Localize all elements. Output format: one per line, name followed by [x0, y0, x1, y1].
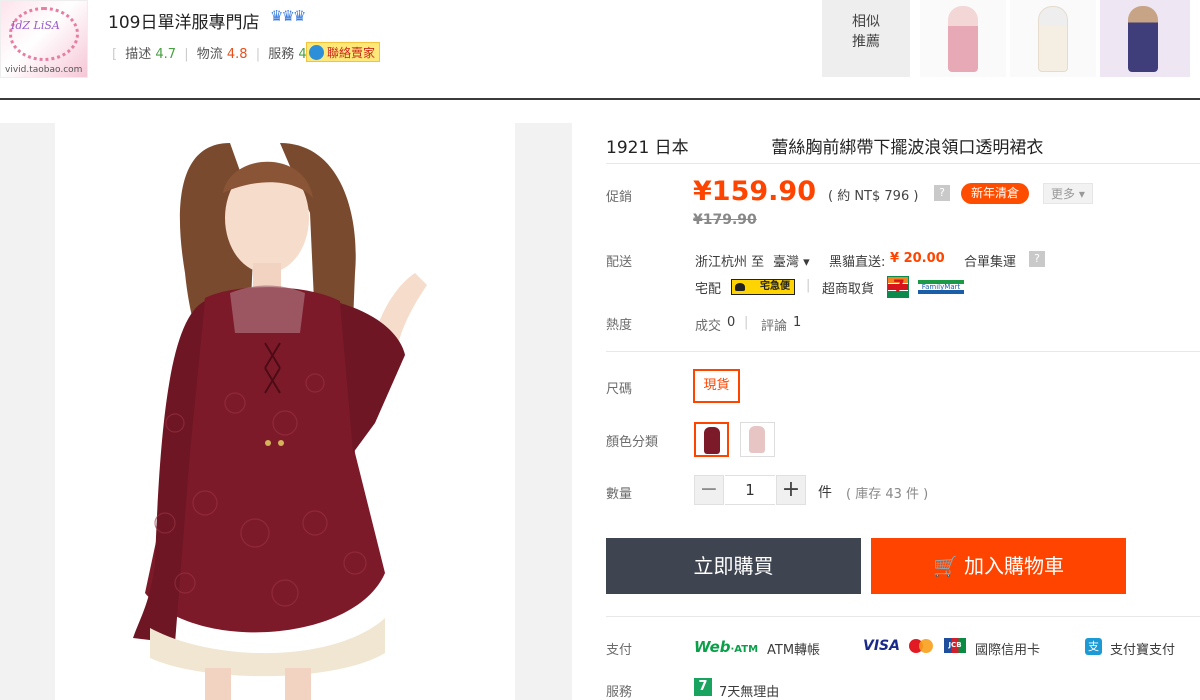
dress-image — [948, 6, 978, 72]
shop-ratings: [ 描述 4.7 | 物流 4.8 | 服務 4.7 — [108, 43, 319, 62]
current-price: ¥159.90 — [693, 176, 816, 207]
increase-button[interactable]: + — [776, 475, 806, 505]
wreath-decoration — [9, 7, 79, 61]
add-to-cart-label: 加入購物車 — [963, 554, 1064, 578]
rating-value-logistics: 4.8 — [226, 47, 248, 62]
original-price: ¥179.90 — [693, 212, 757, 228]
help-icon[interactable]: ? — [934, 185, 950, 201]
alipay-label: 支付寶支付 — [1110, 643, 1176, 658]
decrease-button[interactable]: − — [694, 475, 724, 505]
similar-thumbnail-3[interactable] — [1100, 0, 1190, 77]
title-divider — [606, 163, 1200, 164]
product-photo — [55, 123, 515, 700]
color-swatch — [749, 426, 765, 453]
contact-seller-button[interactable]: 聯絡賣家 — [306, 42, 381, 62]
webatm-logo: Web·ATM — [694, 638, 759, 656]
seven-eleven-logo: 7 — [887, 276, 909, 298]
size-option[interactable]: 現貨 — [693, 369, 740, 403]
approx-price: ( 約 NT$ 796 ) — [828, 189, 919, 204]
similar-thumbnail-1[interactable] — [920, 0, 1006, 77]
help-icon[interactable]: ? — [1029, 251, 1045, 267]
rating-label-logistics: 物流 — [196, 47, 223, 62]
alipay-icon: 支 — [1085, 638, 1102, 655]
reviews-label[interactable]: 評論 — [761, 315, 787, 334]
quantity-label: 數量 — [606, 487, 633, 502]
product-main-image[interactable] — [0, 123, 572, 700]
buy-now-button[interactable]: 立即購買 — [606, 538, 861, 594]
shop-logo-text: IdZ LiSA — [11, 19, 60, 32]
service-label: 服務 — [606, 685, 633, 700]
consolidate-shipping[interactable]: 合單集運 — [964, 251, 1016, 270]
add-to-cart-button[interactable]: 🛒 加入購物車 — [871, 538, 1126, 594]
section-divider — [606, 616, 1200, 617]
color-label: 顏色分類 — [606, 435, 659, 450]
heat-label: 熱度 — [606, 318, 633, 333]
reviews-count[interactable]: 1 — [793, 315, 801, 330]
rating-label-desc: 描述 — [125, 47, 152, 62]
dress-image — [1038, 6, 1068, 72]
quantity-unit: 件 — [818, 485, 832, 501]
cart-icon: 🛒 — [933, 554, 958, 578]
jcb-logo: JCB — [944, 638, 966, 653]
seven-day-return-label: 7天無理由 — [719, 685, 780, 700]
mastercard-logo — [909, 639, 933, 653]
model-dress-illustration — [133, 143, 427, 700]
shop-logo-url: vivid.taobao.com — [5, 65, 83, 75]
dress-image — [1128, 6, 1158, 72]
rating-value-desc: 4.7 — [155, 47, 177, 62]
more-promos-button[interactable]: 更多 ▾ — [1043, 183, 1093, 204]
shop-name[interactable]: 109日單洋服專門店 — [108, 8, 259, 33]
store-pickup-label: 超商取貨 — [822, 282, 875, 297]
size-label: 尺碼 — [606, 382, 633, 397]
section-divider — [606, 351, 1200, 352]
similar-label-1: 相似 — [852, 14, 880, 30]
home-delivery-label: 宅配 — [695, 282, 722, 297]
separator: | — [744, 315, 749, 330]
similar-label-2: 推薦 — [852, 34, 880, 50]
ship-method: 黑貓直送: — [829, 255, 886, 270]
seven-day-return-icon: 7 — [694, 678, 712, 696]
shipping-label: 配送 — [606, 255, 633, 270]
product-title: 蕾絲胸前綁帶下擺波浪領口透明裙衣 — [771, 138, 1044, 158]
color-swatch — [704, 427, 720, 454]
product-title-row: 1921 日本 蕾絲胸前綁帶下擺波浪領口透明裙衣 — [606, 133, 1043, 158]
visa-logo: VISA — [863, 638, 900, 654]
chat-icon — [309, 45, 324, 60]
promo-badge[interactable]: 新年清倉 — [961, 183, 1030, 204]
rating-label-service: 服務 — [268, 47, 295, 62]
ship-from: 浙江杭州 至 — [695, 255, 765, 270]
promo-label: 促銷 — [606, 190, 633, 205]
color-option-pink[interactable] — [740, 422, 775, 457]
sales-label: 成交 — [695, 319, 722, 334]
similar-recommend-button[interactable]: 相似 推薦 — [822, 0, 910, 77]
quantity-input[interactable]: 1 — [725, 475, 775, 505]
shop-header: IdZ LiSA vivid.taobao.com 109日單洋服專門店 ♛♛♛… — [0, 0, 1200, 100]
crown-rating-icon: ♛♛♛ — [270, 7, 306, 25]
atm-transfer-label: ATM轉帳 — [767, 643, 821, 658]
ship-fee: ¥ 20.00 — [890, 251, 945, 266]
separator: | — [806, 278, 811, 293]
shop-logo[interactable]: IdZ LiSA vivid.taobao.com — [0, 0, 88, 78]
stock-info: ( 庫存 43 件 ) — [846, 487, 929, 502]
similar-thumbnail-2[interactable] — [1010, 0, 1096, 77]
payment-label: 支付 — [606, 643, 633, 658]
credit-card-label: 國際信用卡 — [975, 643, 1041, 658]
familymart-logo: FamilyMart — [918, 280, 964, 294]
contact-seller-label: 聯絡賣家 — [327, 46, 376, 60]
product-brand: 1921 日本 — [606, 138, 689, 158]
ship-to-select[interactable]: 臺灣 ▾ — [773, 251, 810, 270]
sales-count: 0 — [727, 315, 736, 330]
color-option-burgundy[interactable] — [694, 422, 729, 457]
black-cat-delivery-logo: 宅急便 — [731, 279, 795, 295]
